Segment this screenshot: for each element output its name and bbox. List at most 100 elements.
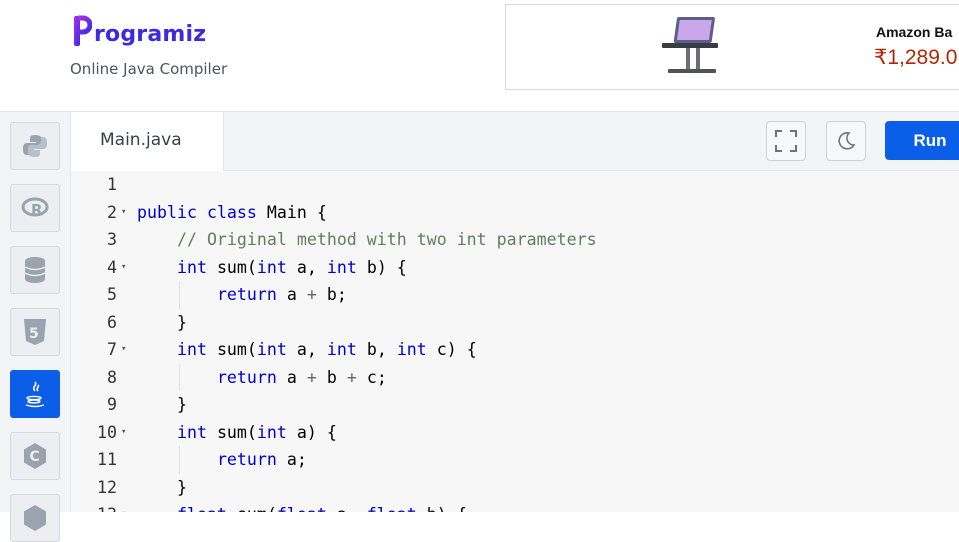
java-icon <box>25 381 45 408</box>
sql-language-button[interactable] <box>10 246 60 294</box>
code-line[interactable]: 4 ▾ int sum(int a, int b) { <box>71 254 959 282</box>
fold-toggle-icon[interactable]: ▾ <box>121 254 126 282</box>
cpp-language-button[interactable] <box>10 494 60 542</box>
code-token: c; <box>356 367 387 387</box>
code-line[interactable]: 2 ▾ public class Main { <box>71 199 959 227</box>
code-text: float sum(float a, float b) { <box>137 501 467 512</box>
comment-token: // Original method with two int paramete… <box>176 230 597 249</box>
svg-text:R: R <box>31 201 43 219</box>
fold-toggle-icon[interactable]: ▾ <box>121 419 126 447</box>
keyword-token: int <box>176 257 207 277</box>
fullscreen-button[interactable] <box>766 121 806 161</box>
code-text: } <box>137 391 187 419</box>
keyword-token: int <box>256 422 287 442</box>
code-line[interactable]: 12 } <box>71 474 959 502</box>
indent-guide <box>179 446 180 474</box>
keyword-token: int <box>256 257 287 277</box>
fullscreen-icon <box>775 130 797 152</box>
code-line[interactable]: 3 // Original method with two int parame… <box>71 226 959 254</box>
keyword-token: return <box>216 367 277 387</box>
code-token: b, <box>356 340 397 359</box>
keyword-token: float <box>277 505 327 512</box>
ad-price: ₹1,289.0 <box>874 46 958 69</box>
r-icon: R <box>21 197 49 219</box>
file-tab-main-java[interactable]: Main.java <box>71 112 224 171</box>
code-token: a, <box>286 340 327 359</box>
svg-text:C: C <box>30 449 40 465</box>
line-number: 1 <box>107 175 117 194</box>
line-number: 11 <box>97 450 117 469</box>
operator-token: + <box>346 367 357 387</box>
code-text: int sum(int a, int b) { <box>137 254 407 282</box>
code-text: } <box>137 309 187 337</box>
code-line[interactable]: 13 ▾ float sum(float a, float b) { <box>71 501 959 512</box>
cpp-icon <box>24 505 46 531</box>
r-language-button[interactable]: R <box>10 184 60 232</box>
line-number: 12 <box>97 477 117 497</box>
fold-toggle-icon[interactable]: ▾ <box>121 336 126 364</box>
run-button[interactable]: Run <box>885 121 959 160</box>
c-icon: C <box>24 443 46 469</box>
advertisement-banner[interactable]: Amazon Ba ₹1,289.0 <box>505 4 959 90</box>
code-text: return a + b; <box>137 281 347 309</box>
operator-token: + <box>306 367 317 387</box>
keyword-token: return <box>216 285 277 304</box>
java-language-button[interactable] <box>10 370 60 418</box>
code-text: // Original method with two int paramete… <box>137 226 597 254</box>
c-language-button[interactable]: C <box>10 432 60 480</box>
code-token: sum( <box>206 422 257 442</box>
code-token: } <box>176 395 187 414</box>
keyword-token: int <box>326 257 357 277</box>
code-text: return a; <box>137 446 307 474</box>
code-token: sum( <box>227 505 277 512</box>
line-number: 2 <box>107 202 117 222</box>
indent-guide <box>179 363 180 391</box>
code-token: b) { <box>417 505 467 512</box>
code-editor[interactable]: 1 2 ▾ public class Main {3 // Original meth… <box>71 171 959 512</box>
line-number: 10 <box>97 422 117 442</box>
programiz-logo[interactable]: rogramiz <box>72 14 206 48</box>
code-text: int sum(int a, int b, int c) { <box>137 336 477 364</box>
code-line[interactable]: 9 } <box>71 391 959 419</box>
code-token: sum( <box>206 340 257 359</box>
keyword-token: public <box>137 202 197 222</box>
fold-toggle-icon[interactable]: ▾ <box>121 501 126 512</box>
line-number: 3 <box>107 230 117 249</box>
indent-guide <box>179 281 180 309</box>
keyword-token: float <box>367 505 417 512</box>
dark-mode-button[interactable] <box>826 121 866 161</box>
line-number: 7 <box>107 340 117 359</box>
code-token: Main { <box>256 202 327 222</box>
code-line[interactable]: 5 return a + b; <box>71 281 959 309</box>
code-line[interactable]: 11 return a; <box>71 446 959 474</box>
keyword-token: int <box>256 340 287 359</box>
python-language-button[interactable] <box>10 122 60 170</box>
code-line[interactable]: 6 } <box>71 309 959 337</box>
keyword-token: int <box>176 340 207 359</box>
fold-toggle-icon[interactable]: ▾ <box>121 199 126 227</box>
keyword-token: int <box>326 340 357 359</box>
code-text: } <box>137 474 187 502</box>
html-language-button[interactable]: 5 <box>10 308 60 356</box>
code-line[interactable]: 7 ▾ int sum(int a, int b, int c) { <box>71 336 959 364</box>
code-line[interactable]: 10 ▾ int sum(int a) { <box>71 419 959 447</box>
code-token: a, <box>286 257 327 277</box>
keyword-token: class <box>206 202 257 222</box>
code-token: a <box>276 285 307 304</box>
code-line[interactable]: 1 <box>71 171 959 199</box>
code-token: c) { <box>426 340 477 359</box>
line-number: 5 <box>107 285 117 304</box>
code-token: a) { <box>286 422 337 442</box>
code-line[interactable]: 8 return a + b + c; <box>71 364 959 392</box>
python-icon <box>23 135 47 157</box>
laptop-stand-image <box>662 17 718 73</box>
keyword-token: float <box>177 505 227 512</box>
editor-toolbar: Main.java Run <box>71 112 959 171</box>
svg-text:5: 5 <box>29 326 39 342</box>
language-sidebar: R 5 C <box>0 112 71 542</box>
programiz-logo-icon <box>74 15 92 46</box>
line-number: 6 <box>107 312 117 332</box>
file-tab-label: Main.java <box>100 130 182 150</box>
line-number: 13 <box>77 501 117 512</box>
